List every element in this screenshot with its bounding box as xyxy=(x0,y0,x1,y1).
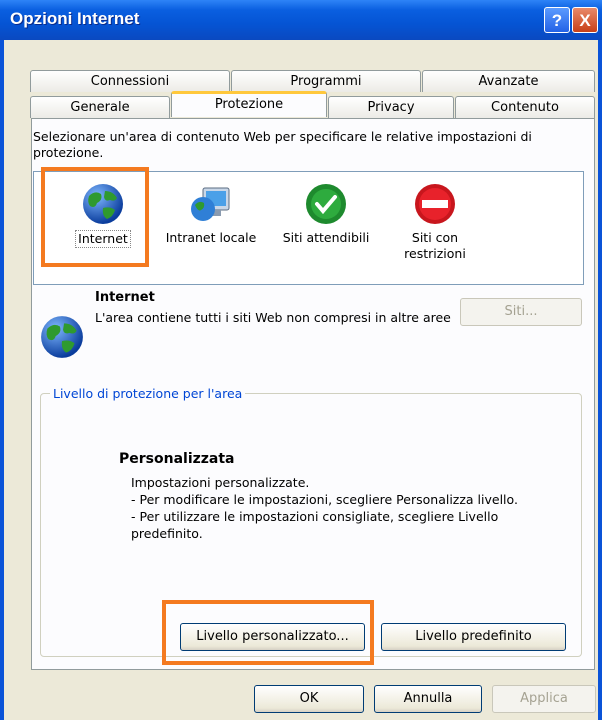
help-button[interactable]: ? xyxy=(544,7,570,33)
zone-intranet[interactable]: Intranet locale xyxy=(156,172,266,246)
zone-info-title: Internet xyxy=(95,290,155,305)
level-line: Impostazioni personalizzate. xyxy=(131,475,310,490)
tab-protezione[interactable]: Protezione xyxy=(171,91,327,117)
highlight-custom-level xyxy=(162,600,374,665)
tab-generale[interactable]: Generale xyxy=(30,96,170,118)
level-line: - Per utilizzare le impostazioni consigl… xyxy=(131,509,499,524)
level-line: - Per modificare le impostazioni, scegli… xyxy=(131,492,518,507)
globe-icon xyxy=(41,316,83,358)
close-button[interactable]: X xyxy=(572,7,598,33)
zone-trusted[interactable]: Siti attendibili xyxy=(271,172,381,246)
default-level-button[interactable]: Livello predefinito xyxy=(381,623,566,651)
security-level-title: Personalizzata xyxy=(119,451,235,467)
tab-privacy[interactable]: Privacy xyxy=(328,96,454,118)
tab-contenuto[interactable]: Contenuto xyxy=(455,96,595,118)
window-title: Opzioni Internet xyxy=(10,9,140,28)
zone-restricted[interactable]: Siti con restrizioni xyxy=(380,172,490,262)
ok-button[interactable]: OK xyxy=(254,685,364,713)
security-level-description: Impostazioni personalizzate. - Per modif… xyxy=(131,474,571,542)
title-bar[interactable]: Opzioni Internet ? X xyxy=(0,0,602,40)
zone-info-description: L'area contiene tutti i siti Web non com… xyxy=(95,310,451,325)
cancel-button[interactable]: Annulla xyxy=(374,685,482,713)
zone-restricted-label: Siti con restrizioni xyxy=(404,230,466,261)
apply-button[interactable]: Applica xyxy=(492,685,596,713)
security-level-group-label: Livello di protezione per l'area xyxy=(50,386,246,401)
level-line: predefinito. xyxy=(131,526,203,541)
restricted-icon xyxy=(415,184,455,224)
zone-trusted-label: Siti attendibili xyxy=(282,230,370,245)
zone-instruction: Selezionare un'area di contenuto Web per… xyxy=(33,129,532,160)
tab-avanzate[interactable]: Avanzate xyxy=(422,70,595,92)
highlight-internet-zone xyxy=(41,167,149,267)
trusted-check-icon xyxy=(306,184,346,224)
sites-button[interactable]: Siti... xyxy=(460,298,582,326)
tab-programmi[interactable]: Programmi xyxy=(231,70,421,92)
intranet-icon xyxy=(191,187,230,221)
tab-connessioni[interactable]: Connessioni xyxy=(30,70,230,92)
zone-intranet-label: Intranet locale xyxy=(165,230,257,245)
